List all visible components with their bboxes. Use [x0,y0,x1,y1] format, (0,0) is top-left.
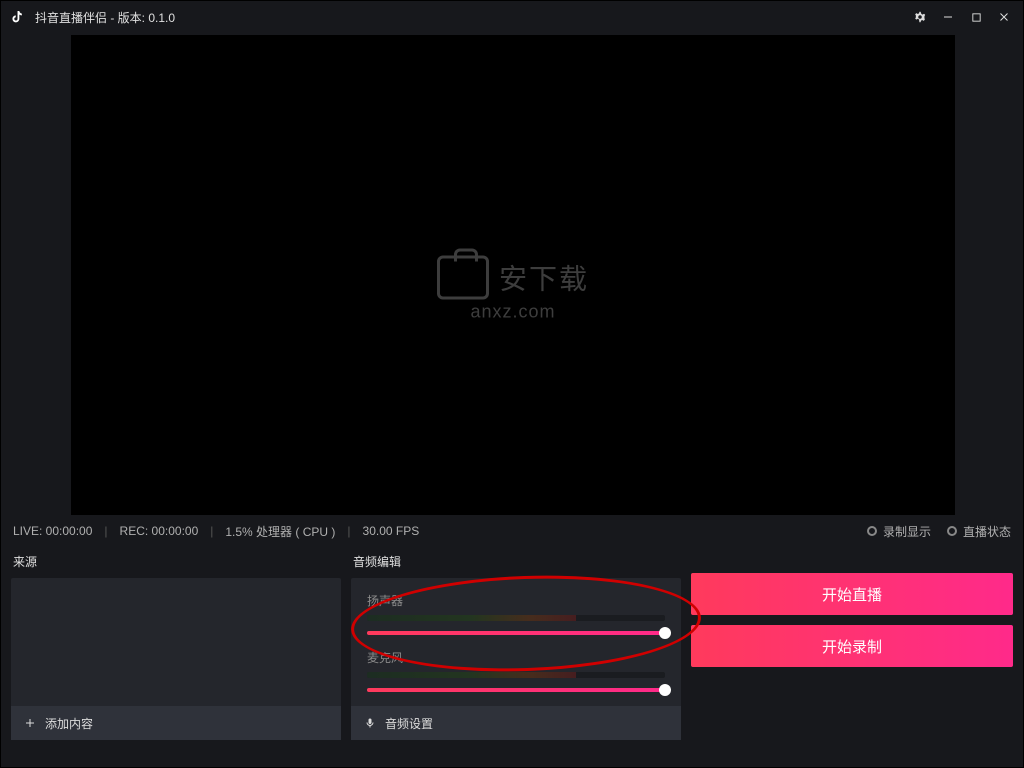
speaker-meter [367,615,665,621]
title-bar: 抖音直播伴侣 - 版本: 0.1.0 [1,1,1023,33]
actions-column: 开始直播 开始录制 [691,547,1013,740]
audio-settings-button[interactable]: 音频设置 [351,706,681,740]
mic-icon [363,717,377,729]
status-bar: LIVE: 00:00:00 | REC: 00:00:00 | 1.5% 处理… [1,515,1023,547]
maximize-icon[interactable] [965,6,987,28]
status-live: LIVE: 00:00:00 [13,524,92,538]
watermark-line2: anxz.com [437,302,589,323]
status-fps: 30.00 FPS [363,524,420,538]
start-live-button[interactable]: 开始直播 [691,573,1013,615]
audio-title: 音频编辑 [351,547,681,578]
mic-group: 麦克风 [367,649,665,692]
minimize-icon[interactable] [937,6,959,28]
add-source-label: 添加内容 [45,715,93,732]
sources-panel: 添加内容 [11,578,341,740]
status-rec: REC: 00:00:00 [120,524,199,538]
watermark-line1: 安下载 [499,258,589,298]
mic-slider[interactable] [367,688,665,692]
speaker-label: 扬声器 [367,592,665,609]
sources-list[interactable] [11,578,341,706]
sources-title: 来源 [11,547,341,578]
audio-panel: 扬声器 麦克风 音频设置 [351,578,681,740]
status-cpu: 1.5% 处理器 ( CPU ) [225,523,335,540]
live-indicator[interactable]: 直播状态 [947,523,1011,540]
settings-icon[interactable] [909,6,931,28]
video-preview[interactable]: 安下载 anxz.com [71,35,955,515]
start-record-button[interactable]: 开始录制 [691,625,1013,667]
dot-icon [947,526,957,536]
window-title: 抖音直播伴侣 - 版本: 0.1.0 [35,9,175,26]
preview-area: 安下载 anxz.com [1,33,1023,515]
close-icon[interactable] [993,6,1015,28]
sources-column: 来源 添加内容 [11,547,341,740]
slider-thumb[interactable] [659,684,671,696]
dot-icon [867,526,877,536]
mic-meter [367,672,665,678]
live-indicator-label: 直播状态 [963,523,1011,540]
slider-thumb[interactable] [659,627,671,639]
record-indicator[interactable]: 录制显示 [867,523,931,540]
audio-column: 音频编辑 扬声器 麦克风 [351,547,681,740]
mic-label: 麦克风 [367,649,665,666]
bottom-panels: 来源 添加内容 音频编辑 扬声器 麦克风 [1,547,1023,740]
speaker-group: 扬声器 [367,592,665,635]
watermark: 安下载 anxz.com [437,256,589,323]
plus-icon [23,717,37,729]
speaker-slider[interactable] [367,631,665,635]
audio-settings-label: 音频设置 [385,715,433,732]
app-logo-icon [9,8,27,26]
record-indicator-label: 录制显示 [883,523,931,540]
add-source-button[interactable]: 添加内容 [11,706,341,740]
